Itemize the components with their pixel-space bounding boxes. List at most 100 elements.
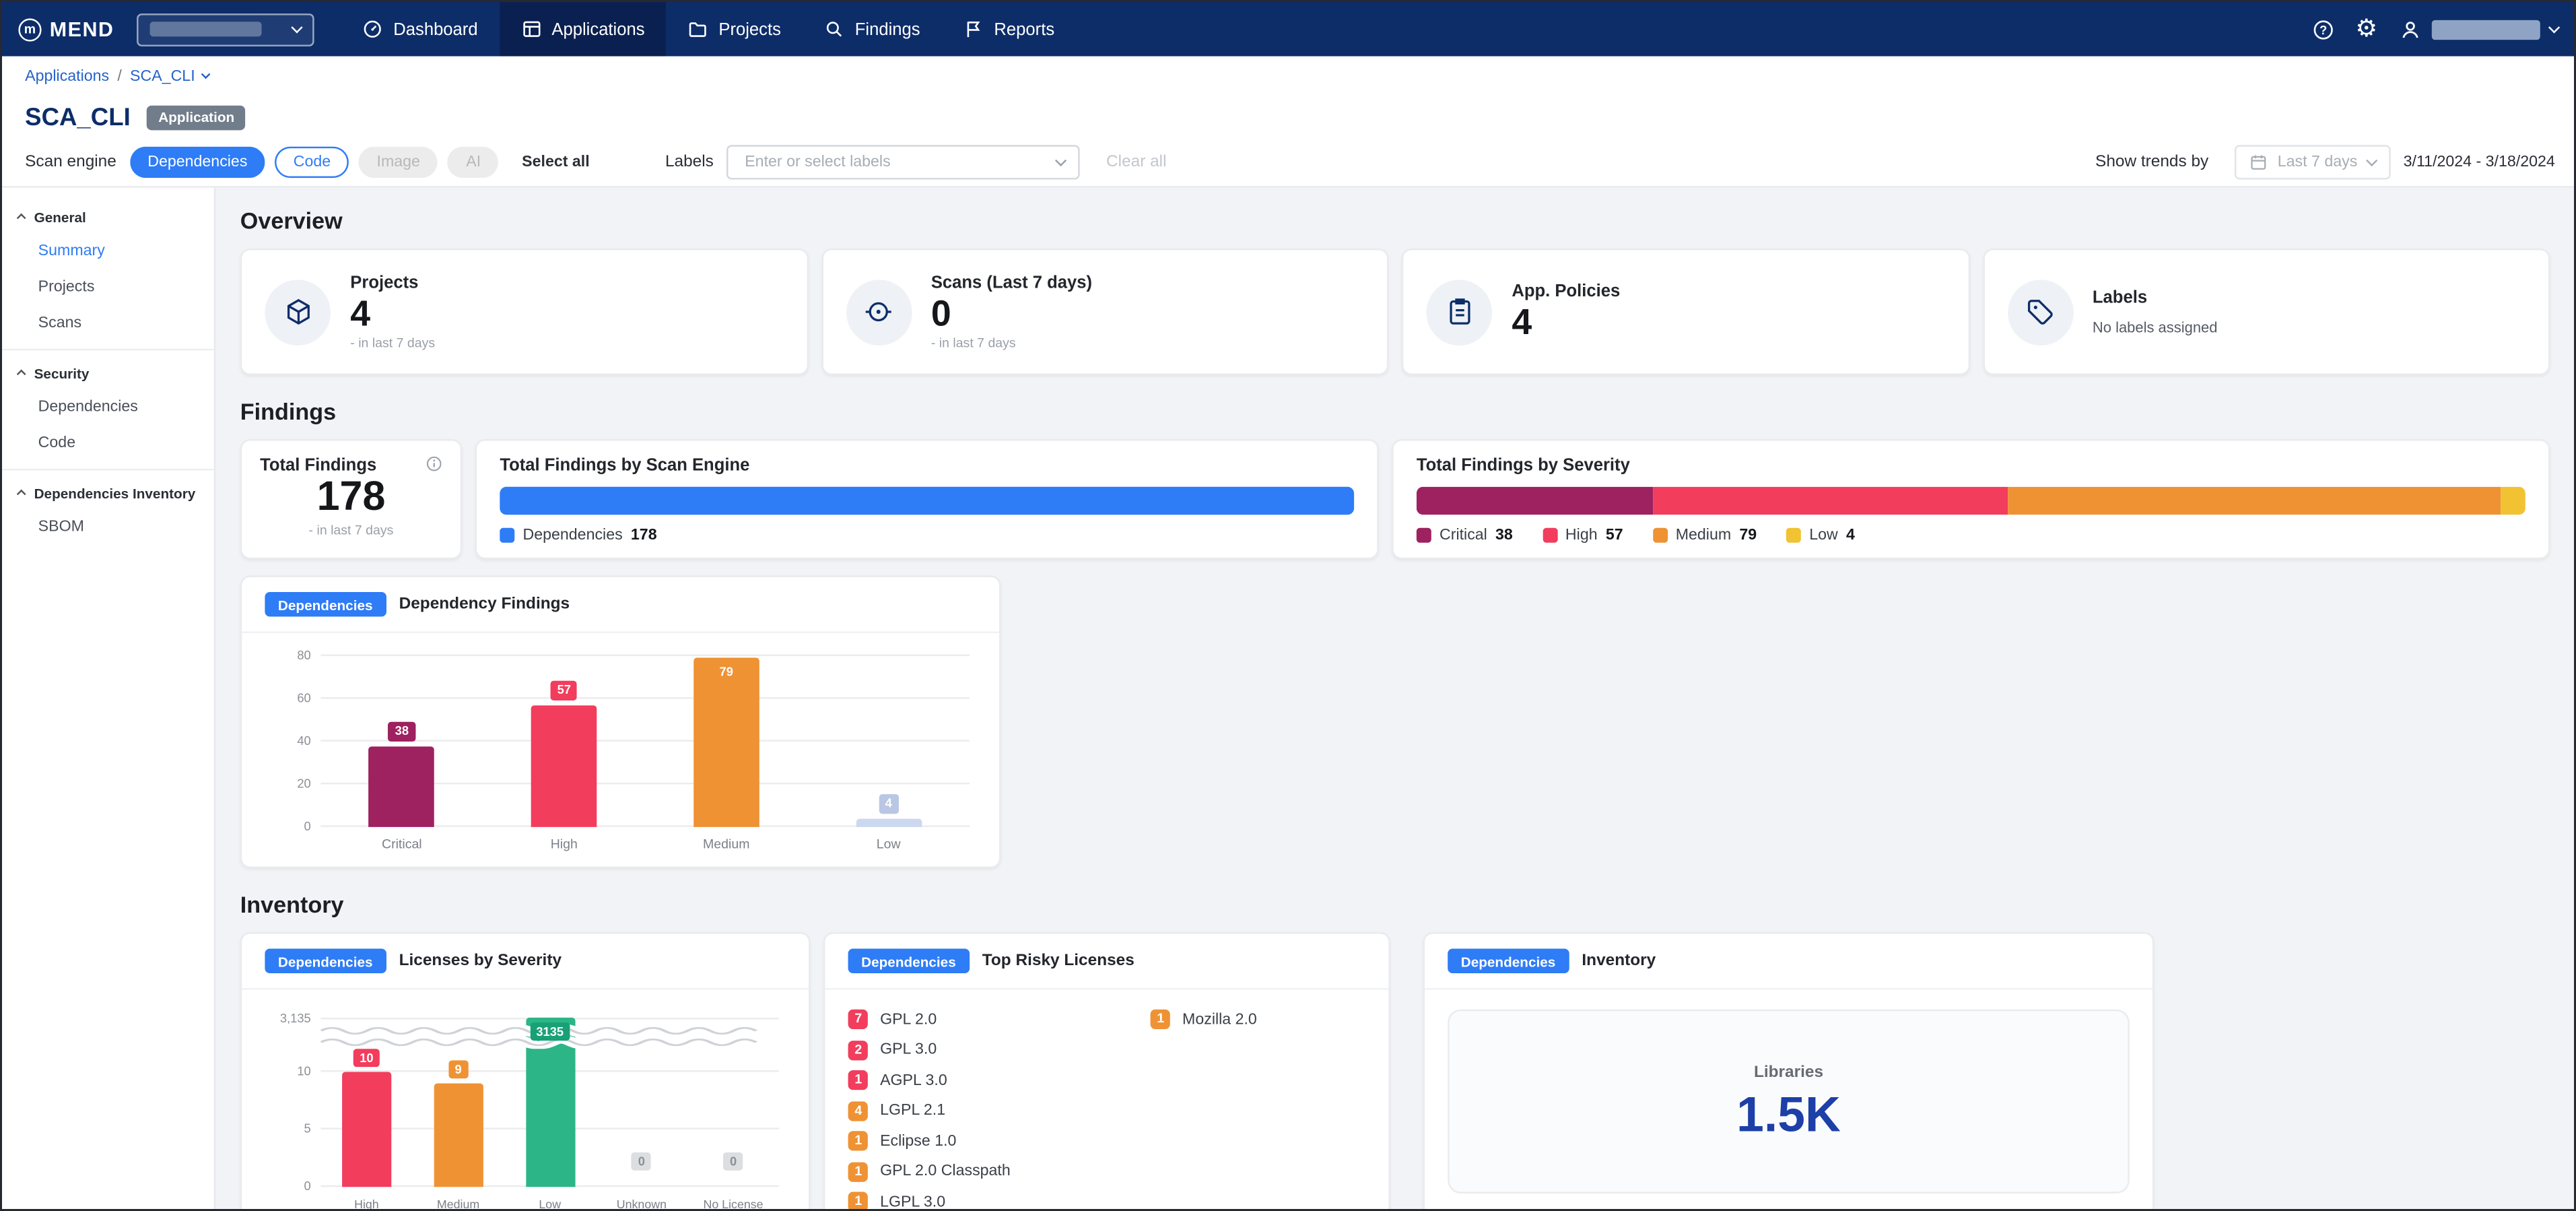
legend-label: High — [1565, 526, 1598, 544]
risky-license-agpl-3-0[interactable]: 1AGPL 3.0 — [848, 1070, 1079, 1090]
legend-swatch — [1653, 528, 1668, 543]
org-selector[interactable] — [137, 13, 315, 46]
nav-item-dashboard[interactable]: Dashboard — [341, 2, 499, 57]
legend-label: Dependencies — [522, 526, 622, 544]
x-axis-label-unknown: Unknown — [617, 1197, 667, 1211]
overview-card-body: LabelsNo labels assigned — [2093, 288, 2218, 336]
license-name: GPL 3.0 — [880, 1041, 937, 1059]
bar-medium[interactable] — [434, 1084, 483, 1187]
risky-license-gpl-3-0[interactable]: 2GPL 3.0 — [848, 1040, 1079, 1059]
engine-legend: Dependencies178 — [500, 526, 1354, 544]
license-name: LGPL 3.0 — [880, 1193, 945, 1211]
legend-label: Medium — [1676, 526, 1731, 544]
sidebar-item-projects[interactable]: Projects — [2, 268, 214, 304]
chevron-down-icon[interactable] — [202, 69, 211, 79]
reports-icon — [963, 18, 984, 40]
help-icon[interactable]: ? — [2311, 18, 2334, 40]
redacted-org-name — [150, 22, 262, 36]
content-area: General SummaryProjectsScans Security Depen… — [2, 188, 2576, 1211]
labels-label: Labels — [665, 153, 714, 171]
policy-clipboard-icon — [1426, 279, 1492, 345]
bar-high[interactable] — [342, 1072, 391, 1187]
sidebar-group-header-security[interactable]: Security — [2, 356, 214, 389]
y-axis-tick: 40 — [255, 734, 311, 746]
bar-value-label-no-license: 0 — [723, 1152, 743, 1171]
legend-swatch — [1417, 528, 1431, 543]
breadcrumb-current[interactable]: SCA_CLI — [130, 67, 195, 85]
nav-item-label: Applications — [551, 20, 644, 39]
license-name: AGPL 3.0 — [880, 1071, 947, 1089]
bar-medium[interactable] — [693, 658, 759, 827]
sidebar-item-scans[interactable]: Scans — [2, 304, 214, 341]
nav-item-projects[interactable]: Projects — [666, 2, 802, 57]
x-axis-labels: CriticalHighMediumLow — [320, 834, 970, 857]
settings-gear-icon[interactable]: ⚙ — [2355, 17, 2377, 42]
bar-value-label-high: 57 — [551, 682, 578, 700]
labels-select[interactable] — [726, 145, 1080, 179]
risky-license-mozilla-2-0[interactable]: 1Mozilla 2.0 — [1151, 1010, 1381, 1029]
sidebar-group-title: Dependencies Inventory — [34, 485, 196, 501]
chart-plot: 0204060803857794 — [320, 656, 970, 827]
bar-value-label-medium: 9 — [448, 1059, 469, 1078]
risky-license-lgpl-3-0[interactable]: 1LGPL 3.0 — [848, 1192, 1079, 1211]
dependencies-badge: Dependencies — [265, 948, 386, 973]
risky-license-gpl-2-0[interactable]: 7GPL 2.0 — [848, 1010, 1079, 1029]
severity-segment-medium — [2008, 487, 2501, 515]
license-name: GPL 2.0 Classpath — [880, 1163, 1011, 1181]
inventory-card: Dependencies Inventory Libraries 1.5K — [1423, 932, 2155, 1211]
overview-card-value: 0 — [931, 294, 1092, 334]
x-axis-label-critical: Critical — [382, 837, 422, 852]
clear-all-link[interactable]: Clear all — [1106, 153, 1167, 171]
trend-controls: Show trends by Last 7 days 3/11/2024 - 3… — [2095, 145, 2555, 179]
bar-high[interactable] — [531, 705, 597, 827]
overview-card-subtitle: No labels assigned — [2093, 319, 2218, 335]
sidebar-group-title: General — [34, 209, 86, 225]
sidebar-group-header-general[interactable]: General — [2, 199, 214, 232]
nav-item-findings[interactable]: Findings — [803, 2, 942, 57]
sidebar-group-title: Security — [34, 365, 90, 381]
app-root: m MEND DashboardApplicationsProjectsFind… — [2, 2, 2576, 1211]
show-trends-by-label: Show trends by — [2095, 153, 2208, 171]
legend-item-high: High57 — [1543, 526, 1623, 544]
trend-period-select[interactable]: Last 7 days — [2235, 145, 2390, 179]
projects-cube-icon — [265, 279, 331, 345]
mend-logo[interactable]: m MEND — [18, 18, 114, 40]
bar-critical[interactable] — [369, 746, 435, 827]
nav-item-applications[interactable]: Applications — [499, 2, 666, 57]
bar-low[interactable] — [856, 818, 922, 827]
sidebar-group-header-dependencies-inventory[interactable]: Dependencies Inventory — [2, 476, 214, 509]
scan-engine-pill-code[interactable]: Code — [275, 146, 349, 178]
overview-card-body: Scans (Last 7 days)0- in last 7 days — [931, 273, 1092, 350]
select-all-link[interactable]: Select all — [522, 153, 590, 171]
dependencies-badge: Dependencies — [848, 948, 970, 973]
breadcrumb: Applications / SCA_CLI — [2, 57, 2576, 96]
risky-licenses-list: 7GPL 2.0 2GPL 3.0 1AGPL 3.0 4LGPL 2.1 1Eclip… — [825, 989, 1388, 1211]
risky-license-gpl-2-0-classpath[interactable]: 1GPL 2.0 Classpath — [848, 1161, 1079, 1181]
user-menu[interactable] — [2399, 18, 2558, 40]
x-axis-label-medium: Medium — [437, 1197, 479, 1211]
licenses-by-severity-chart: 05103,135109313500HighMediumLowUnknownNo… — [242, 989, 809, 1211]
sidebar-item-dependencies[interactable]: Dependencies — [2, 388, 214, 424]
page-header: SCA_CLI Application — [2, 96, 2576, 138]
risky-license-lgpl-2-1[interactable]: 4LGPL 2.1 — [848, 1101, 1079, 1120]
sidebar-item-code[interactable]: Code — [2, 424, 214, 461]
labels-text-input[interactable] — [741, 152, 1056, 173]
scan-engine-pills: DependenciesCodeImageAI — [129, 146, 499, 178]
breadcrumb-applications[interactable]: Applications — [25, 67, 109, 85]
licenses-by-severity-title: Licenses by Severity — [399, 952, 562, 970]
chart-plot: 05103,135109313500 — [320, 1013, 779, 1187]
info-icon[interactable] — [426, 455, 442, 471]
overview-card-subtitle: - in last 7 days — [931, 336, 1092, 351]
findings-icon — [823, 18, 845, 40]
nav-item-reports[interactable]: Reports — [941, 2, 1076, 57]
overview-card-projects: Projects4- in last 7 days — [240, 249, 808, 375]
overview-card-body: App. Policies4 — [1512, 282, 1620, 343]
scan-engine-pill-dependencies[interactable]: Dependencies — [129, 146, 265, 178]
sidebar-item-sbom[interactable]: SBOM — [2, 509, 214, 545]
risky-licenses-column-2: 1Mozilla 2.0 — [1151, 1010, 1381, 1211]
scan-target-icon — [846, 279, 912, 345]
inventory-title: Inventory — [1582, 952, 1656, 970]
risky-license-eclipse-1-0[interactable]: 1Eclipse 1.0 — [848, 1131, 1079, 1150]
chevron-up-icon — [18, 371, 26, 379]
sidebar-item-summary[interactable]: Summary — [2, 232, 214, 269]
